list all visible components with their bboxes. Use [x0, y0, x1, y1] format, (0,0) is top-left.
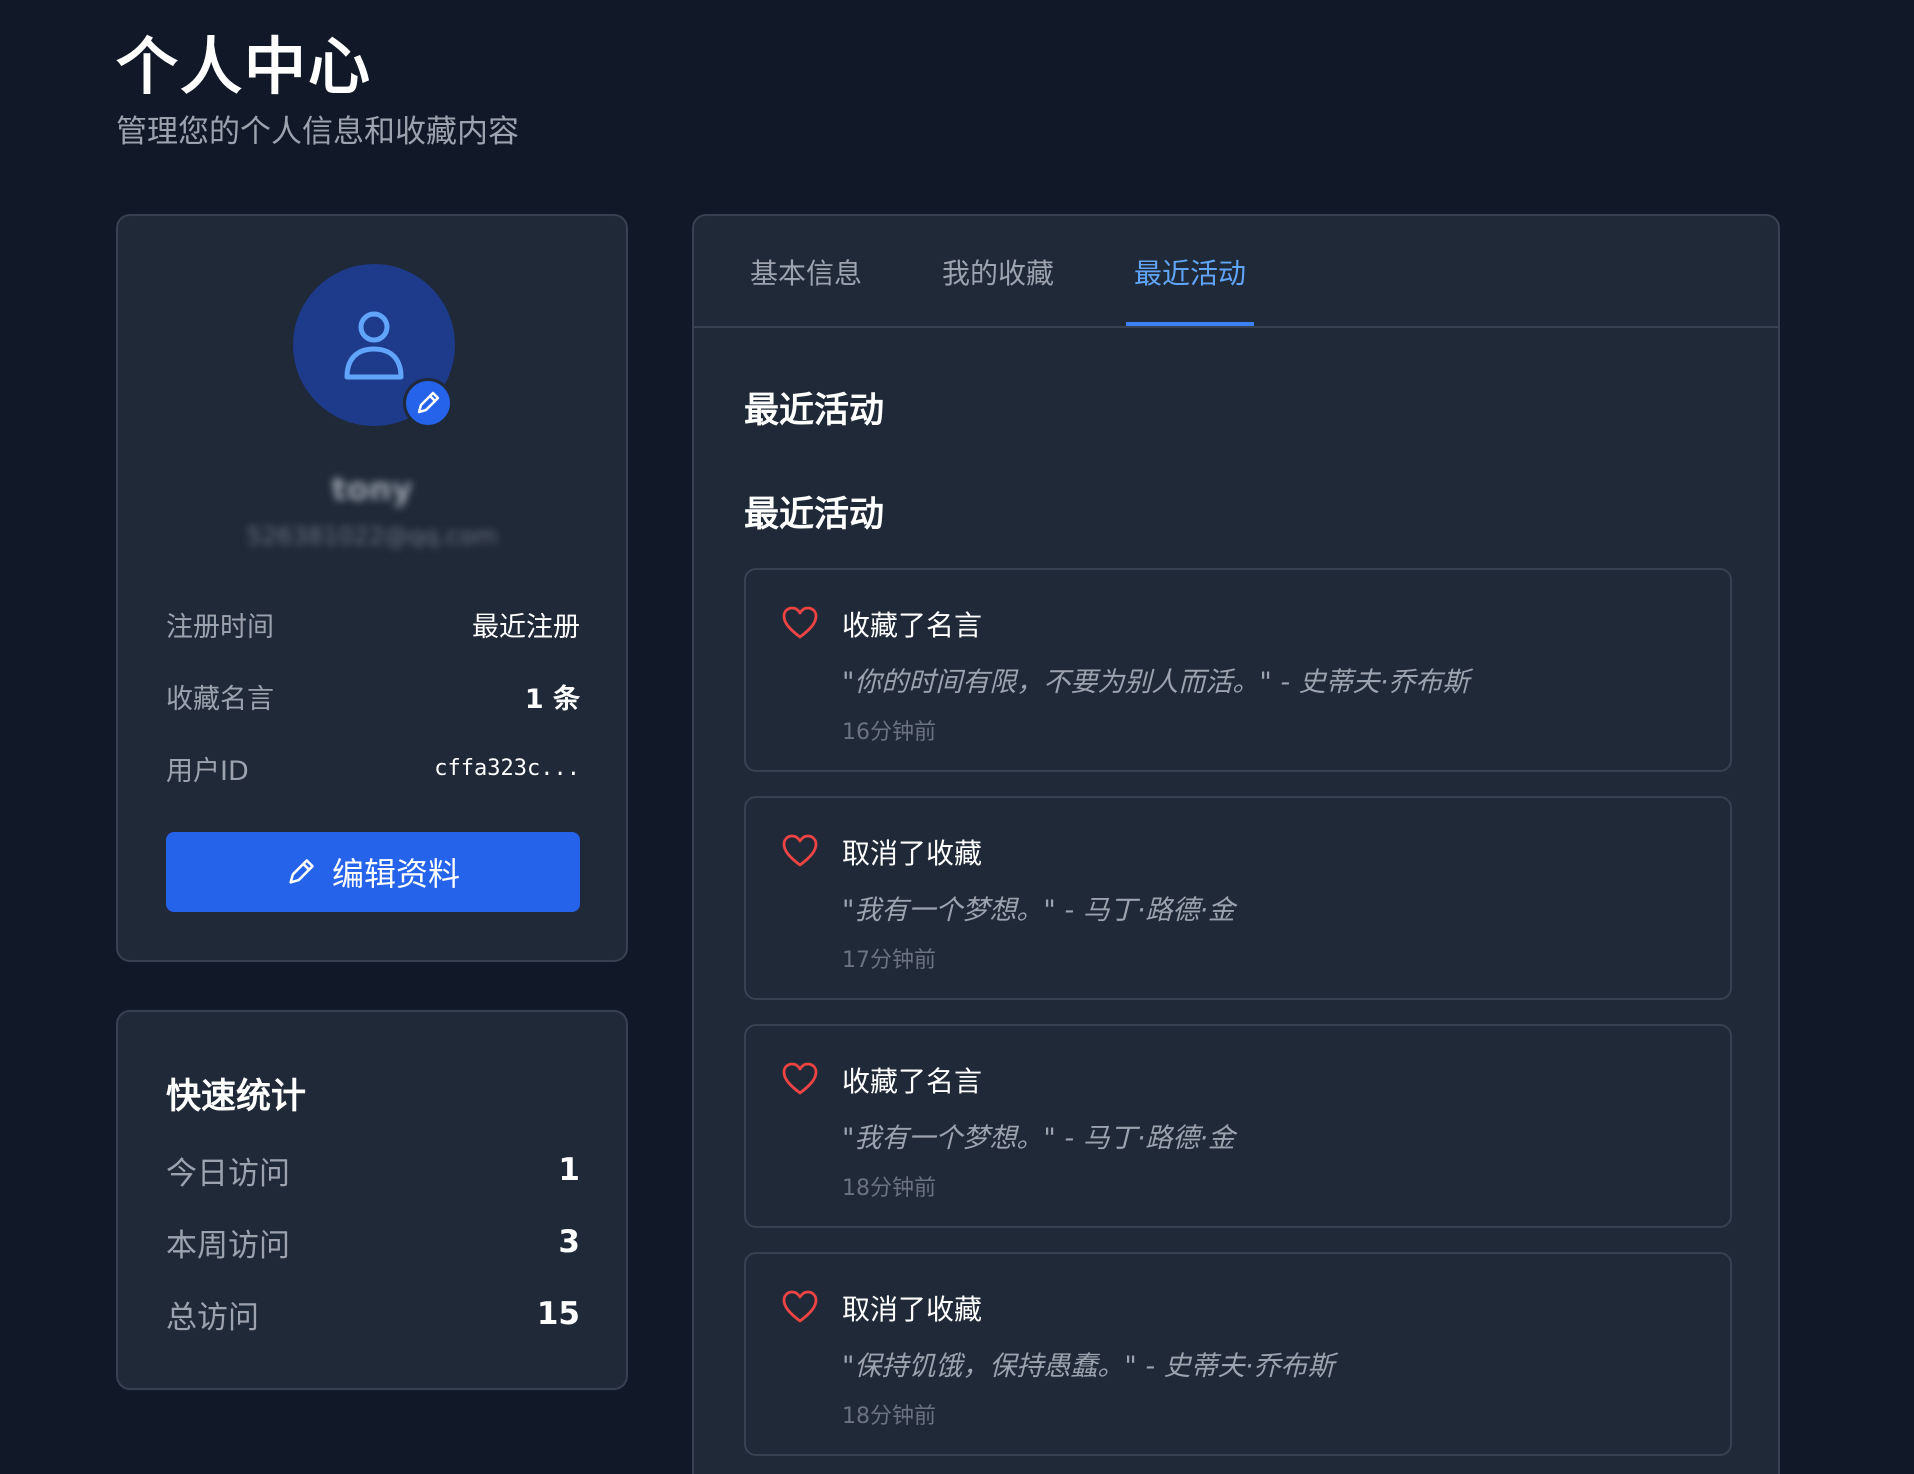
username: tony [331, 470, 413, 508]
heart-icon [782, 834, 818, 867]
info-value: 1 条 [524, 683, 580, 715]
info-row-user-id: 用户ID cffa323c... [166, 748, 580, 788]
info-value: 最近注册 [472, 611, 580, 643]
edit-profile-label: 编辑资料 [331, 856, 460, 892]
page-subtitle: 管理您的个人信息和收藏内容 [116, 114, 519, 150]
quick-stats-card: 快速统计 今日访问 1 本周访问 3 总访问 15 [116, 1010, 628, 1390]
info-row-register-time: 注册时间 最近注册 [166, 604, 580, 644]
stats-title: 快速统计 [166, 1077, 307, 1117]
info-label: 注册时间 [166, 611, 274, 643]
activity-title: 收藏了名言 [842, 1065, 983, 1098]
activity-panel: 基本信息 我的收藏 最近活动 最近活动 最近活动 收藏了名言 "你的时间有限，不… [692, 214, 1780, 1474]
activity-time: 17分钟前 [842, 948, 936, 973]
info-label: 用户ID [166, 755, 249, 787]
stat-label: 总访问 [166, 1299, 259, 1336]
heart-icon [782, 606, 818, 639]
info-label: 收藏名言 [166, 683, 274, 715]
tab-bar: 基本信息 我的收藏 最近活动 [694, 216, 1778, 328]
pencil-icon [289, 859, 314, 884]
section-heading: 最近活动 [744, 391, 885, 431]
activity-time: 18分钟前 [842, 1404, 936, 1429]
activity-item: 收藏了名言 "我有一个梦想。" - 马丁·路德·金 18分钟前 [744, 1024, 1732, 1228]
activity-title: 取消了收藏 [842, 1293, 983, 1326]
activity-quote: "我有一个梦想。" - 马丁·路德·金 [842, 895, 1235, 926]
edit-profile-button[interactable]: 编辑资料 [166, 832, 580, 912]
activity-quote: "你的时间有限，不要为别人而活。" - 史蒂夫·乔布斯 [842, 667, 1470, 698]
section-subheading: 最近活动 [744, 495, 885, 535]
stat-row-total: 总访问 15 [166, 1292, 580, 1336]
profile-page: 个人中心 管理您的个人信息和收藏内容 tony 526381022@qq.com… [0, 0, 1914, 1474]
tab-basic-info[interactable]: 基本信息 [750, 252, 862, 292]
page-title: 个人中心 [116, 30, 373, 103]
activity-quote: "保持饥饿，保持愚蠢。" - 史蒂夫·乔布斯 [842, 1351, 1335, 1382]
heart-icon [782, 1290, 818, 1323]
heart-icon [782, 1062, 818, 1095]
activity-item: 取消了收藏 "保持饥饿，保持愚蠢。" - 史蒂夫·乔布斯 18分钟前 [744, 1252, 1732, 1456]
activity-item: 收藏了名言 "你的时间有限，不要为别人而活。" - 史蒂夫·乔布斯 16分钟前 [744, 568, 1732, 772]
stat-row-today: 今日访问 1 [166, 1148, 580, 1192]
activity-time: 16分钟前 [842, 720, 936, 745]
activity-time: 18分钟前 [842, 1176, 936, 1201]
activity-quote: "我有一个梦想。" - 马丁·路德·金 [842, 1123, 1235, 1154]
info-value: cffa323c... [434, 755, 580, 781]
tab-recent-activity[interactable]: 最近活动 [1134, 252, 1246, 292]
tab-my-favorites[interactable]: 我的收藏 [942, 252, 1054, 292]
activity-item: 取消了收藏 "我有一个梦想。" - 马丁·路德·金 17分钟前 [744, 796, 1732, 1000]
pencil-icon [417, 391, 440, 414]
user-icon [344, 311, 404, 380]
active-tab-indicator [1126, 322, 1254, 326]
activity-title: 收藏了名言 [842, 609, 983, 642]
stat-value: 3 [558, 1224, 580, 1260]
stat-value: 1 [558, 1152, 580, 1188]
avatar-edit-button[interactable] [403, 378, 453, 428]
profile-card: tony 526381022@qq.com 注册时间 最近注册 收藏名言 1 条… [116, 214, 628, 962]
user-email: 526381022@qq.com [246, 522, 498, 550]
info-row-favorites: 收藏名言 1 条 [166, 676, 580, 716]
stat-value: 15 [536, 1296, 580, 1332]
activity-title: 取消了收藏 [842, 837, 983, 870]
stat-row-week: 本周访问 3 [166, 1220, 580, 1264]
stat-label: 今日访问 [166, 1155, 290, 1192]
stat-label: 本周访问 [166, 1227, 290, 1264]
